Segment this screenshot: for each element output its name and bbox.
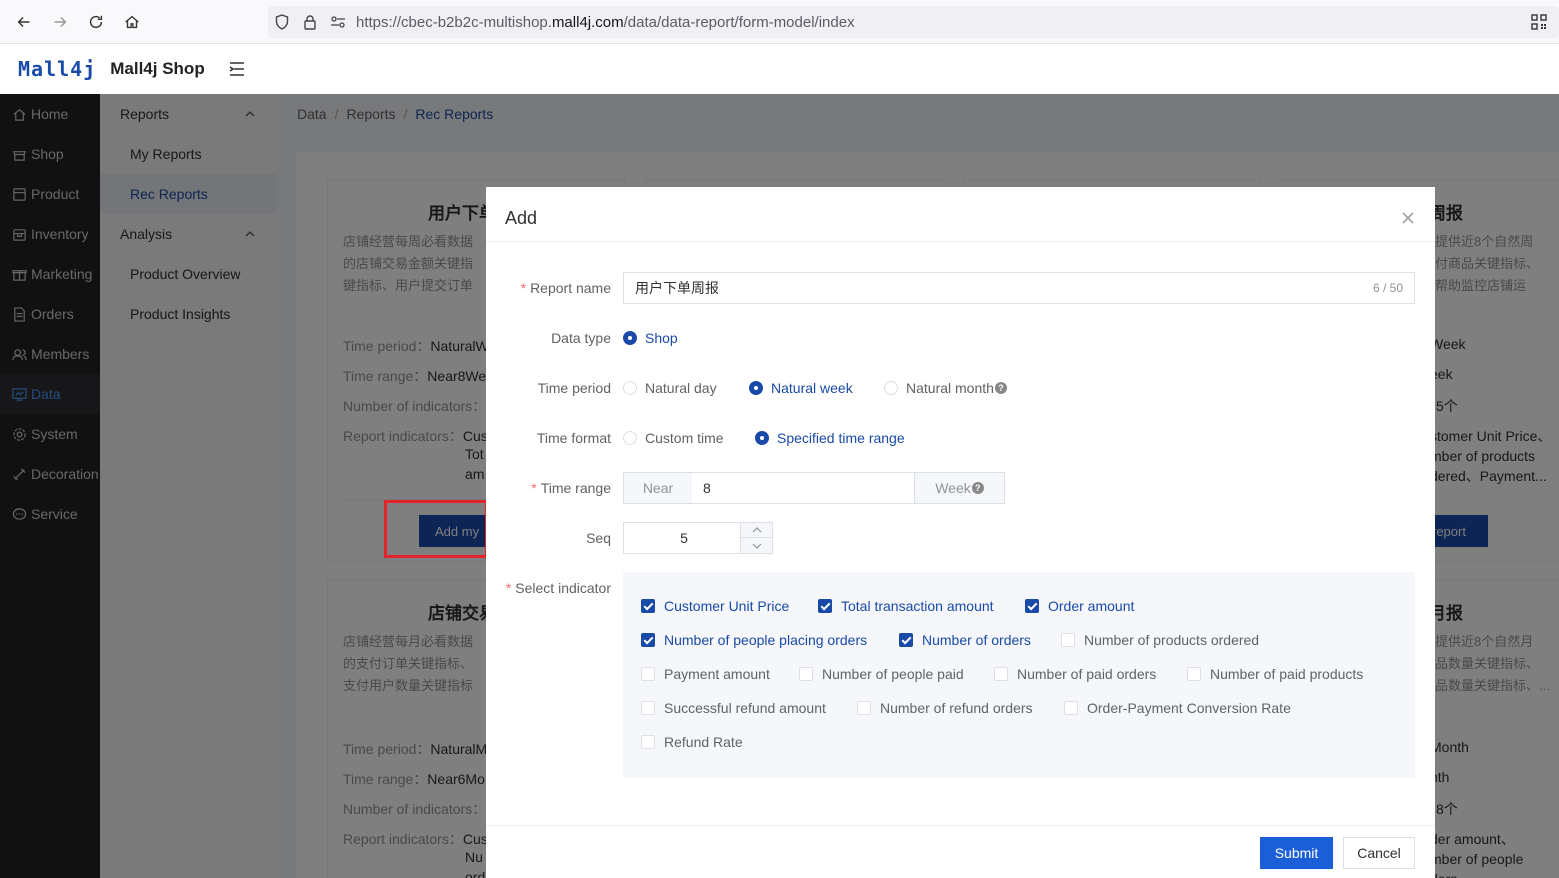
time-format-custom-radio[interactable]: Custom time (623, 430, 724, 446)
shield-icon (268, 14, 296, 30)
help-icon[interactable]: ? (971, 482, 984, 494)
time-range-prefix: Near (623, 472, 693, 504)
indicator-checkbox[interactable]: Number of paid orders (994, 666, 1156, 682)
time-period-natural-day-radio[interactable]: Natural day (623, 380, 717, 396)
indicator-checkbox[interactable]: Number of products ordered (1061, 632, 1259, 648)
time-range-label: * Time range (531, 480, 611, 496)
browser-toolbar: https://cbec-b2b2c-multishop.mall4j.com/… (0, 0, 1559, 44)
indicator-checkbox[interactable]: Payment amount (641, 666, 770, 682)
indicator-checkbox[interactable]: Number of refund orders (857, 700, 1033, 716)
report-name-input[interactable]: 用户下单周报 6 / 50 (623, 272, 1415, 304)
indicator-checkbox[interactable]: Number of people paid (799, 666, 964, 682)
permissions-icon (324, 15, 352, 29)
highlight-box (384, 500, 488, 558)
data-type-label: Data type (551, 330, 611, 346)
app-header: Mall4j Mall4j Shop (0, 44, 1559, 94)
help-icon[interactable]: ? (994, 382, 1007, 394)
lock-icon (296, 14, 324, 30)
url-text: https://cbec-b2b2c-multishop.mall4j.com/… (356, 13, 855, 31)
dialog-title: Add (505, 208, 538, 228)
qr-code-icon[interactable] (1531, 14, 1547, 30)
time-period-label: Time period (537, 380, 611, 396)
time-format-specified-radio[interactable]: Specified time range (755, 430, 905, 446)
forward-icon[interactable] (42, 4, 78, 40)
time-range-input[interactable]: 8 (692, 472, 915, 504)
indicator-checkbox[interactable]: Order amount (1025, 598, 1134, 614)
indicator-checkbox[interactable]: Total transaction amount (818, 598, 994, 614)
menu-toggle-icon[interactable] (228, 60, 246, 78)
chevron-down-icon[interactable] (741, 538, 772, 553)
stepper-controls (740, 523, 772, 553)
indicator-checkbox[interactable]: Number of paid products (1187, 666, 1363, 682)
indicator-checkbox[interactable]: Successful refund amount (641, 700, 826, 716)
url-bar[interactable]: https://cbec-b2b2c-multishop.mall4j.com/… (268, 6, 1559, 38)
shop-name: Mall4j Shop (110, 59, 205, 78)
time-range-suffix: Week? (914, 472, 1005, 504)
back-icon[interactable] (6, 4, 42, 40)
time-format-label: Time format (536, 430, 611, 446)
close-icon[interactable] (1401, 211, 1415, 225)
indicator-checkbox[interactable]: Refund Rate (641, 734, 743, 750)
time-period-natural-week-radio[interactable]: Natural week (749, 380, 853, 396)
submit-button[interactable]: Submit (1260, 837, 1333, 869)
indicator-checkbox[interactable]: Order-Payment Conversion Rate (1064, 700, 1291, 716)
report-name-label: * Report name (520, 280, 611, 296)
add-report-dialog: Add * Report name 用户下单周报 6 / 50 Data type… (486, 187, 1435, 878)
indicator-checkbox[interactable]: Number of orders (899, 632, 1031, 648)
logo: Mall4j (18, 57, 97, 81)
indicator-group: Customer Unit Price Total transaction am… (623, 572, 1415, 778)
seq-label: Seq (586, 530, 611, 546)
indicator-checkbox[interactable]: Customer Unit Price (641, 598, 789, 614)
indicator-label: * Select indicator (505, 580, 611, 596)
cancel-button[interactable]: Cancel (1343, 837, 1415, 869)
char-count: 6 / 50 (1372, 281, 1403, 295)
seq-stepper[interactable]: 5 (623, 522, 773, 554)
indicator-checkbox[interactable]: Number of people placing orders (641, 632, 867, 648)
time-period-natural-month-radio[interactable]: Natural month? (884, 380, 1007, 396)
dialog-header: Add (486, 187, 1435, 242)
reload-icon[interactable] (78, 4, 114, 40)
chevron-up-icon[interactable] (741, 523, 772, 538)
home-browser-icon[interactable] (114, 4, 150, 40)
data-type-shop-radio[interactable]: Shop (623, 330, 678, 346)
dialog-footer: Submit Cancel (486, 825, 1435, 878)
